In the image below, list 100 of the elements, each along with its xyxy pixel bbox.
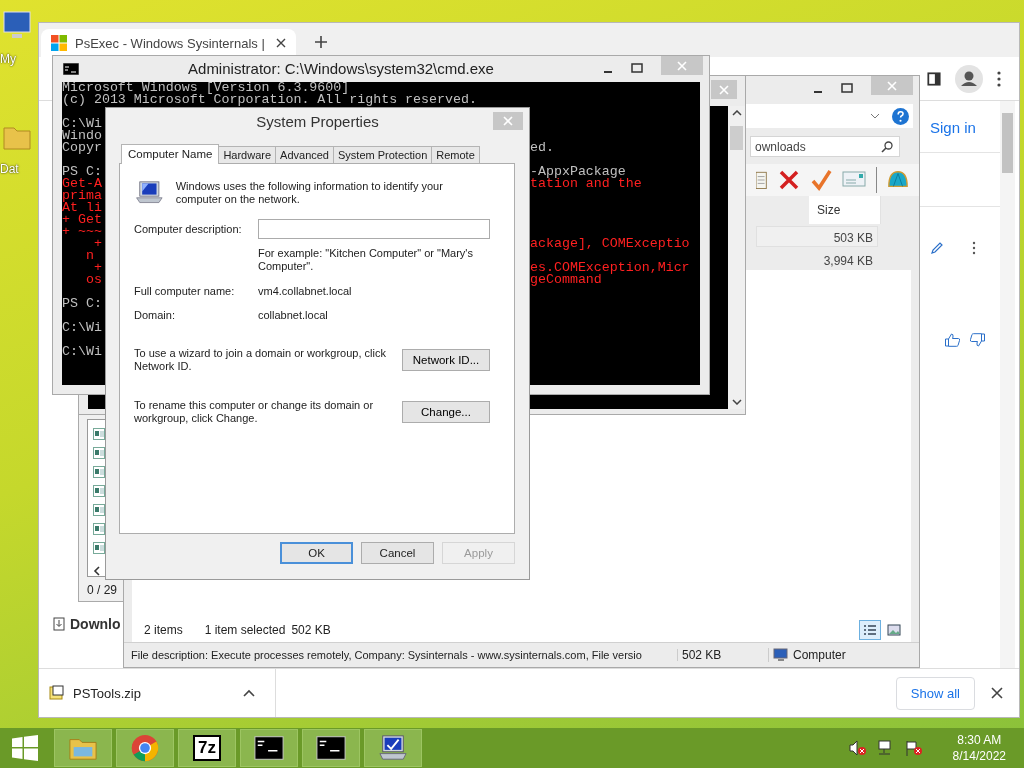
list-item-icon[interactable] bbox=[93, 523, 105, 535]
caret-icon[interactable] bbox=[243, 689, 255, 697]
dialog-tab[interactable]: Advanced bbox=[275, 146, 334, 163]
field-value: vm4.collabnet.local bbox=[258, 285, 352, 297]
flag-icon[interactable] bbox=[904, 740, 923, 756]
more-icon[interactable] bbox=[972, 241, 976, 255]
file-size-cell[interactable]: 503 KB bbox=[756, 226, 878, 247]
console-text: + ~~~ bbox=[62, 226, 102, 238]
close-icon[interactable] bbox=[276, 38, 286, 48]
close-icon bbox=[677, 60, 687, 71]
console-text: ackage], COMExceptio bbox=[530, 238, 691, 250]
details-view-button[interactable] bbox=[859, 620, 881, 640]
selection-size-text: 502 KB bbox=[291, 623, 331, 637]
details-view-icon bbox=[863, 624, 877, 636]
console-text: C:\Wi bbox=[62, 346, 102, 358]
side-panel-icon[interactable] bbox=[927, 71, 941, 86]
clock-time: 8:30 AM bbox=[957, 732, 1002, 748]
action-button[interactable]: Change... bbox=[402, 401, 490, 423]
close-icon bbox=[719, 84, 729, 95]
thumbs-up-icon[interactable] bbox=[944, 333, 961, 347]
console-text: Microsoft Windows [Version 6.3.9600] bbox=[62, 82, 350, 94]
field-label: Computer description: bbox=[134, 223, 243, 235]
console-text: geCommand bbox=[530, 274, 602, 286]
cross-icon[interactable] bbox=[778, 169, 800, 191]
help-icon[interactable] bbox=[892, 107, 909, 125]
console-text: PS C: bbox=[62, 298, 102, 310]
search-icon[interactable] bbox=[881, 140, 893, 153]
muted-speaker-icon[interactable] bbox=[848, 740, 867, 756]
profile-icon[interactable] bbox=[955, 64, 983, 93]
dialog-button[interactable]: Cancel bbox=[361, 542, 434, 564]
field-value: collabnet.local bbox=[258, 309, 328, 321]
taskbar-button[interactable] bbox=[364, 729, 422, 767]
console-text: n bbox=[84, 250, 94, 262]
tab-title: PsExec - Windows Sysinternals | bbox=[75, 35, 266, 51]
console-text: PS C: bbox=[62, 166, 102, 178]
preview-view-icon bbox=[887, 624, 901, 636]
scroll-thumb[interactable] bbox=[1002, 113, 1013, 173]
dialog-tab[interactable]: Remote bbox=[431, 146, 480, 163]
console-text: + bbox=[92, 262, 102, 274]
menu-icon[interactable] bbox=[997, 70, 1001, 87]
scroll-up-icon[interactable] bbox=[731, 110, 742, 116]
dialog-tab[interactable]: Hardware bbox=[218, 146, 277, 163]
dialog-tab[interactable]: Computer Name bbox=[121, 144, 220, 164]
envelope-icon[interactable] bbox=[842, 171, 866, 189]
list-item-icon[interactable] bbox=[93, 447, 105, 459]
list-item-icon[interactable] bbox=[93, 466, 105, 478]
action-button[interactable]: Network ID... bbox=[402, 349, 490, 371]
pencil-icon[interactable] bbox=[930, 241, 944, 255]
console-text: C:\Wi bbox=[62, 118, 102, 130]
new-tab-icon[interactable] bbox=[314, 35, 328, 49]
scrollbar[interactable] bbox=[1000, 101, 1015, 668]
scroll-down-icon[interactable] bbox=[731, 399, 742, 405]
console-icon bbox=[316, 734, 346, 762]
check-icon[interactable] bbox=[810, 169, 832, 191]
console-text: C:\Wi bbox=[62, 322, 102, 334]
list-item-icon[interactable] bbox=[93, 428, 105, 440]
list-item-icon[interactable] bbox=[93, 542, 105, 554]
description-field[interactable] bbox=[258, 219, 490, 239]
taskbar-button[interactable] bbox=[240, 729, 298, 767]
column-header[interactable]: Size bbox=[809, 196, 881, 224]
file-description-text: File description: Execute processes remotely, Company: Sysinternals - www.sysinternals.com, File versio bbox=[131, 649, 678, 661]
search-field[interactable]: ownloads bbox=[750, 136, 900, 157]
instruction-text: To rename this computer or change its domain or workgroup, click Change. bbox=[134, 399, 375, 425]
search-text: ownloads bbox=[755, 139, 806, 154]
field-label: Domain: bbox=[134, 309, 176, 321]
windows-start-icon[interactable] bbox=[12, 735, 38, 761]
scroll-left-icon[interactable] bbox=[93, 566, 101, 576]
scrollbar[interactable] bbox=[728, 106, 745, 409]
taskbar-button[interactable] bbox=[302, 729, 360, 767]
download-file-name[interactable]: PSTools.zip bbox=[73, 685, 235, 701]
close-icon[interactable] bbox=[991, 687, 1003, 699]
console-text: tation and the bbox=[530, 178, 643, 190]
instruction-text: To use a wizard to join a domain or workgroup, click Network ID. bbox=[134, 347, 387, 373]
taskbar-button[interactable]: 7z bbox=[178, 729, 236, 767]
maximize-icon[interactable] bbox=[841, 83, 853, 93]
windows-logo-icon bbox=[51, 35, 67, 51]
console-text: -AppxPackage bbox=[530, 166, 626, 178]
file-size-cell[interactable]: 3,994 KB bbox=[756, 249, 878, 270]
browser-tab[interactable]: PsExec - Windows Sysinternals | bbox=[41, 29, 296, 57]
sign-in-link[interactable]: Sign in bbox=[930, 119, 976, 136]
list-item-icon[interactable] bbox=[93, 485, 105, 497]
chevron-down-icon[interactable] bbox=[870, 113, 880, 119]
hint-text: For example: "Kitchen Computer" or "Mary's Computer". bbox=[258, 247, 474, 273]
console-text: Get-A bbox=[62, 178, 102, 190]
console-text: ed. bbox=[530, 142, 555, 154]
archiver-logo: 7z bbox=[193, 735, 221, 761]
download-button[interactable]: Downlo bbox=[53, 616, 124, 632]
list-item-icon[interactable] bbox=[93, 504, 105, 516]
console-icon bbox=[63, 63, 79, 75]
console-text: os bbox=[84, 274, 102, 286]
maximize-icon[interactable] bbox=[631, 63, 643, 73]
show-all-button[interactable]: Show all bbox=[895, 676, 975, 710]
close-icon bbox=[503, 116, 513, 126]
thumbs-down-icon[interactable] bbox=[969, 333, 986, 347]
computer-icon bbox=[773, 648, 789, 662]
dialog-button[interactable]: OK bbox=[280, 542, 353, 564]
dialog-tab[interactable]: System Protection bbox=[333, 146, 433, 163]
console-text: + Get bbox=[62, 214, 102, 226]
scroll-thumb[interactable] bbox=[730, 126, 743, 150]
console-text: + bbox=[93, 238, 102, 250]
